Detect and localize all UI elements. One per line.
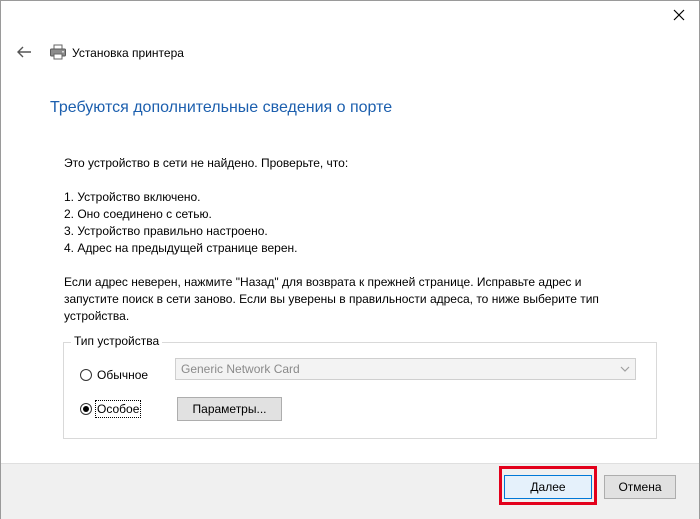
printer-icon [50,44,66,60]
intro-text: Это устройство в сети не найдено. Провер… [64,156,349,170]
cancel-button[interactable]: Отмена [604,475,676,499]
checklist: 1. Устройство включено. 2. Оно соединено… [64,189,297,257]
checklist-item: 1. Устройство включено. [64,190,201,204]
radio-standard-label[interactable]: Обычное [97,368,148,382]
standard-device-select-value: Generic Network Card [181,362,300,376]
back-button[interactable] [15,43,33,61]
next-button[interactable]: Далее [504,475,592,499]
close-icon [673,9,685,21]
checklist-item: 3. Устройство правильно настроено. [64,224,268,238]
radio-custom-circle[interactable] [80,403,92,415]
back-arrow-icon [17,46,31,58]
advice-line: Если адрес неверен, нажмите "Назад" для … [64,275,582,289]
radio-custom-label[interactable]: Особое [94,400,142,418]
standard-device-select: Generic Network Card [175,358,636,380]
page-title: Требуются дополнительные сведения о порт… [50,99,393,116]
chevron-down-icon [620,366,630,372]
advice-line: устройства. [64,309,130,323]
wizard-header: Установка принтера [1,37,699,67]
window-title: Установка принтера [72,46,184,60]
radio-standard-circle[interactable] [80,369,92,381]
device-type-legend: Тип устройства [71,334,163,348]
parameters-button[interactable]: Параметры... [177,397,282,421]
advice-text: Если адрес неверен, нажмите "Назад" для … [64,274,599,325]
checklist-item: 4. Адрес на предыдущей странице верен. [64,241,298,255]
device-type-group [63,342,657,439]
radio-standard[interactable]: Обычное [80,368,148,382]
printer-setup-window: Установка принтера Требуются дополнитель… [0,0,700,519]
checklist-item: 2. Оно соединено с сетью. [64,207,212,221]
advice-line: запустите поиск в сети заново. Если вы у… [64,292,599,306]
close-button[interactable] [665,3,693,27]
radio-custom[interactable]: Особое [80,400,142,418]
